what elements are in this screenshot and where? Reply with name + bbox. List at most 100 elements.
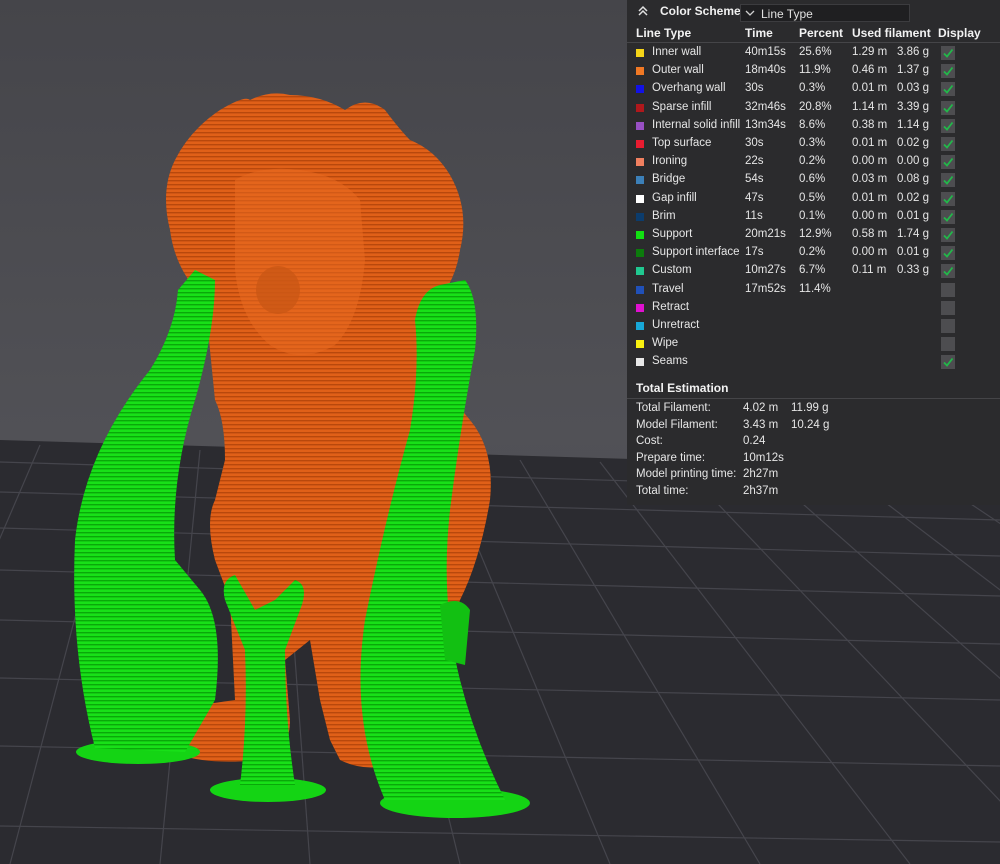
line-type-row: Gap infill 47s 0.5% 0.01 m 0.02 g: [627, 190, 1000, 208]
line-type-percent: 6.7%: [799, 264, 826, 277]
display-checkbox[interactable]: [941, 191, 955, 206]
checkmark-icon: [943, 121, 954, 131]
chevron-down-icon: [745, 10, 755, 16]
display-checkbox[interactable]: [941, 246, 955, 261]
display-checkbox[interactable]: [941, 173, 955, 188]
legend-header: Color Scheme Line Type: [627, 0, 1000, 24]
total-estimation-title: Total Estimation: [636, 381, 729, 395]
line-type-time: 30s: [745, 82, 764, 95]
display-checkbox[interactable]: [941, 82, 955, 97]
line-type-name: Sparse infill: [652, 100, 712, 113]
line-type-name: Internal solid infill: [652, 118, 741, 131]
display-checkbox[interactable]: [941, 100, 955, 115]
column-header-used-filament: Used filament: [852, 26, 931, 40]
line-type-row: Brim 11s 0.1% 0.00 m 0.01 g: [627, 208, 1000, 226]
line-type-name: Travel: [652, 282, 684, 295]
display-checkbox[interactable]: [941, 337, 955, 352]
display-checkbox[interactable]: [941, 355, 955, 370]
total-value-secondary: 11.99 g: [791, 402, 829, 414]
line-type-row: Inner wall 40m15s 25.6% 1.29 m 3.86 g: [627, 44, 1000, 62]
line-type-time: 17s: [745, 246, 764, 259]
line-type-dropdown[interactable]: Line Type: [740, 4, 910, 22]
checkmark-icon: [943, 194, 954, 204]
total-label: Prepare time:: [636, 451, 706, 464]
filament-weight: 0.00 g: [897, 155, 929, 168]
line-type-name: Ironing: [652, 155, 688, 168]
line-type-percent: 11.9%: [799, 64, 831, 77]
color-swatch: [636, 231, 644, 239]
line-type-time: 22s: [745, 155, 764, 168]
filament-weight: 0.08 g: [897, 173, 929, 186]
filament-weight: 1.37 g: [897, 64, 929, 77]
checkmark-icon: [943, 176, 954, 186]
line-type-percent: 0.6%: [799, 173, 826, 186]
display-checkbox[interactable]: [941, 282, 955, 297]
color-swatch: [636, 249, 644, 258]
line-type-percent: 0.1%: [799, 209, 826, 222]
filament-length: 1.14 m: [852, 100, 888, 113]
display-checkbox[interactable]: [941, 319, 955, 333]
checkmark-icon: [943, 48, 954, 58]
color-swatch: [636, 49, 644, 57]
dropdown-value: Line Type: [761, 7, 813, 21]
line-type-row: Support 20m21s 12.9% 0.58 m 1.74 g: [627, 226, 1000, 244]
color-swatch: [636, 67, 644, 76]
display-checkbox[interactable]: [941, 137, 955, 151]
filament-length: 0.01 m: [852, 191, 888, 204]
filament-length: 0.00 m: [852, 155, 888, 168]
display-checkbox[interactable]: [941, 118, 955, 133]
filament-length: 0.00 m: [852, 246, 888, 259]
filament-weight: 0.02 g: [897, 137, 929, 149]
line-type-row: Outer wall 18m40s 11.9% 0.46 m 1.37 g: [627, 62, 1000, 80]
total-value: 0.24: [743, 435, 766, 447]
filament-length: 0.01 m: [852, 137, 888, 149]
display-checkbox[interactable]: [941, 209, 955, 224]
filament-length: 0.11 m: [852, 264, 887, 277]
line-type-row: Retract: [627, 299, 1000, 317]
color-swatch: [636, 285, 644, 294]
total-value: 2h27m: [743, 468, 779, 480]
color-scheme-label: Color Scheme: [660, 4, 741, 18]
color-swatch: [636, 212, 644, 221]
filament-length: 0.03 m: [852, 173, 888, 186]
total-label: Cost:: [636, 435, 663, 447]
header-divider: [627, 42, 1000, 43]
display-checkbox[interactable]: [941, 228, 955, 242]
color-swatch: [636, 85, 644, 94]
legend-panel: Color Scheme Line Type Line Type Time Pe…: [627, 0, 1000, 505]
line-type-name: Support interface: [652, 246, 740, 259]
total-value: 10m12s: [743, 451, 784, 464]
line-type-row: Overhang wall 30s 0.3% 0.01 m 0.03 g: [627, 80, 1000, 98]
checkmark-icon: [943, 85, 954, 95]
total-row: Model printing time: 2h27m: [627, 467, 1000, 483]
column-header-line-type: Line Type: [636, 26, 692, 40]
line-type-percent: 8.6%: [799, 118, 826, 131]
line-type-time: 10m27s: [745, 264, 786, 277]
filament-weight: 3.39 g: [897, 100, 929, 113]
display-checkbox[interactable]: [941, 300, 955, 315]
checkmark-icon: [943, 212, 954, 222]
line-type-row: Unretract: [627, 317, 1000, 335]
display-checkbox[interactable]: [941, 64, 955, 79]
collapse-double-chevron-up-icon[interactable]: [636, 4, 650, 18]
color-swatch: [636, 322, 644, 330]
display-checkbox[interactable]: [941, 264, 955, 279]
line-type-percent: 12.9%: [799, 228, 832, 240]
line-type-name: Bridge: [652, 173, 686, 186]
display-checkbox[interactable]: [941, 155, 955, 170]
display-checkbox[interactable]: [941, 46, 955, 60]
total-label: Model Filament:: [636, 418, 718, 431]
filament-length: 0.58 m: [852, 228, 888, 240]
column-header-percent: Percent: [799, 26, 844, 40]
line-type-row: Top surface 30s 0.3% 0.01 m 0.02 g: [627, 135, 1000, 153]
line-type-percent: 0.5%: [799, 191, 826, 204]
filament-weight: 1.74 g: [897, 228, 929, 240]
line-type-name: Unretract: [652, 319, 700, 331]
line-type-percent: 11.4%: [799, 282, 831, 295]
total-row: Prepare time: 10m12s: [627, 451, 1000, 467]
line-type-row: Sparse infill 32m46s 20.8% 1.14 m 3.39 g: [627, 99, 1000, 117]
total-value-secondary: 10.24 g: [791, 418, 830, 431]
line-type-name: Custom: [652, 264, 692, 277]
line-type-percent: 20.8%: [799, 100, 832, 113]
color-swatch: [636, 358, 644, 367]
